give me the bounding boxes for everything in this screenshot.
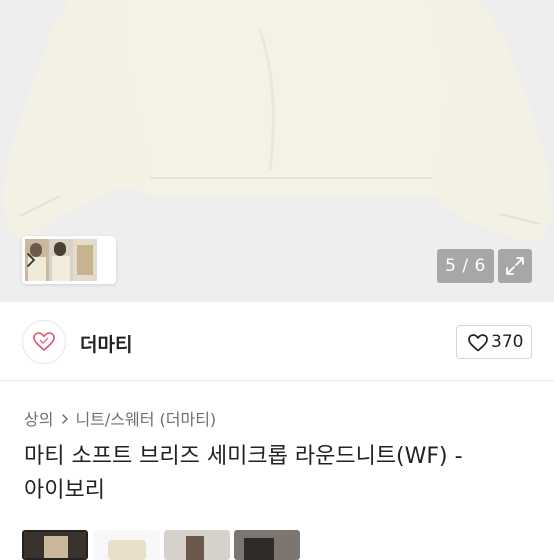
breadcrumb-subcategory[interactable]: 니트/스웨터 (더마티) bbox=[75, 410, 216, 429]
breadcrumb: 상의 니트/스웨터 (더마티) bbox=[24, 406, 216, 430]
heart-outline-icon bbox=[468, 334, 488, 352]
shop-name[interactable]: 더마티 bbox=[80, 330, 132, 357]
image-counter: 5 / 6 bbox=[437, 249, 494, 283]
like-button[interactable]: 370 bbox=[456, 325, 532, 359]
option-thumbnail[interactable] bbox=[164, 530, 230, 560]
chevron-right-icon[interactable] bbox=[25, 250, 37, 270]
option-thumbnail[interactable] bbox=[22, 530, 88, 560]
option-thumbnail[interactable] bbox=[94, 530, 160, 560]
breadcrumb-category[interactable]: 상의 bbox=[24, 410, 53, 429]
heart-logo-icon bbox=[33, 332, 55, 352]
like-count: 370 bbox=[491, 332, 524, 352]
option-thumbnail[interactable] bbox=[234, 530, 300, 560]
chevron-right-icon bbox=[61, 410, 69, 429]
product-image-gallery[interactable]: 5 / 6 bbox=[0, 0, 554, 302]
thumbnail-strip[interactable] bbox=[22, 236, 116, 284]
expand-button[interactable] bbox=[498, 249, 532, 283]
shop-logo[interactable] bbox=[22, 320, 66, 364]
product-title: 마티 소프트 브리즈 세미크롭 라운드니트(WF) - 아이보리 bbox=[24, 444, 463, 503]
section-divider bbox=[0, 380, 554, 381]
shop-info-row: 더마티 370 bbox=[0, 302, 554, 382]
expand-arrows-icon bbox=[506, 257, 524, 275]
